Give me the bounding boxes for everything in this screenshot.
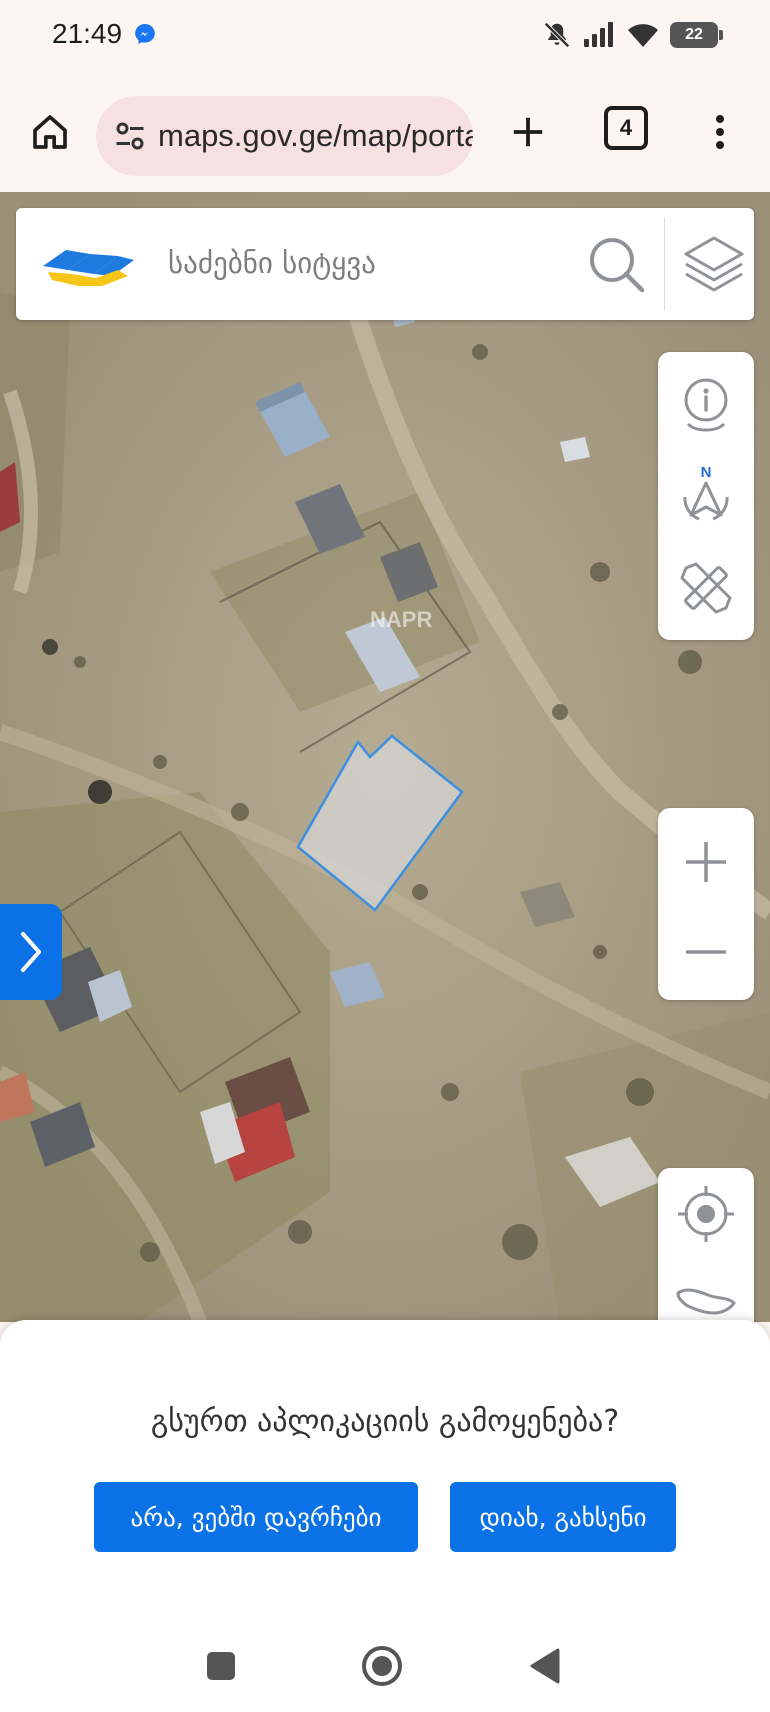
prompt-question: გსურთ აპლიკაციის გამოყენება? [150, 1404, 620, 1439]
map-watermark: NAPR [370, 607, 432, 632]
recents-square-icon [207, 1652, 235, 1680]
zoom-panel [658, 808, 754, 1000]
my-location-icon [678, 1186, 734, 1242]
open-app-prompt: გსურთ აპლიკაციის გამოყენება? არა, ვებში … [0, 1320, 770, 1618]
location-panel [658, 1168, 754, 1338]
new-tab-icon [513, 117, 543, 147]
search-divider [664, 218, 665, 310]
home-circle-icon [362, 1646, 402, 1686]
signal-icon [584, 22, 613, 47]
more-vert-icon [716, 115, 724, 149]
battery-level: 22 [685, 26, 703, 43]
clock: 21:49 [52, 18, 123, 49]
battery-icon: 22 [670, 22, 723, 48]
site-settings-icon[interactable] [112, 118, 148, 154]
search-button[interactable] [582, 230, 652, 300]
compass-button[interactable]: N [666, 456, 746, 536]
napr-logo [43, 250, 134, 286]
stay-in-web-button[interactable]: არა, ვებში დავრჩები [94, 1482, 418, 1552]
new-tab-button[interactable] [500, 104, 556, 160]
zoom-in-button[interactable] [666, 822, 746, 902]
open-app-button[interactable]: დიახ, გახსენი [450, 1482, 676, 1552]
url-text: maps.gov.ge/map/portal [158, 118, 473, 153]
back-button[interactable] [517, 1638, 573, 1694]
address-bar[interactable]: maps.gov.ge/map/portal [96, 96, 473, 176]
more-menu-button[interactable] [700, 104, 740, 160]
search-input[interactable]: საძებნი სიტყვა [168, 246, 376, 280]
recents-button[interactable] [193, 1638, 249, 1694]
my-location-button[interactable] [666, 1174, 746, 1254]
tab-count: 4 [619, 115, 633, 140]
wifi-icon [628, 24, 658, 47]
map-tools-panel: N [658, 352, 754, 640]
compass-north-label: N [701, 464, 712, 481]
back-triangle-icon [530, 1648, 560, 1684]
browser-toolbar: maps.gov.ge/map/portal 4 [0, 74, 770, 192]
info-icon [684, 378, 728, 432]
tabs-button[interactable]: 4 [604, 106, 648, 150]
layers-icon [684, 236, 744, 292]
compass-north-icon: N [683, 464, 729, 521]
home-button[interactable] [22, 104, 78, 160]
zoom-in-icon [686, 842, 726, 882]
status-bar: 21:49 22 [0, 0, 770, 74]
layers-button[interactable] [678, 228, 750, 300]
home-nav-button[interactable] [354, 1638, 410, 1694]
home-icon [33, 115, 67, 149]
measure-button[interactable] [666, 548, 746, 628]
chevron-right-icon [21, 932, 41, 972]
zoom-out-button[interactable] [666, 912, 746, 992]
identify-button[interactable] [666, 366, 746, 446]
messenger-icon [135, 24, 155, 44]
search-icon [590, 238, 645, 293]
bell-off-icon [544, 22, 570, 48]
satellite-map[interactable]: NAPR [0, 192, 770, 1322]
map-search-bar: საძებნი სიტყვა [16, 208, 754, 320]
satellite-imagery: NAPR [0, 192, 770, 1322]
system-nav-bar [0, 1618, 770, 1712]
zoom-out-icon [686, 950, 726, 954]
side-panel-toggle[interactable] [0, 904, 62, 1000]
measure-ruler-pencil-icon [680, 562, 732, 614]
